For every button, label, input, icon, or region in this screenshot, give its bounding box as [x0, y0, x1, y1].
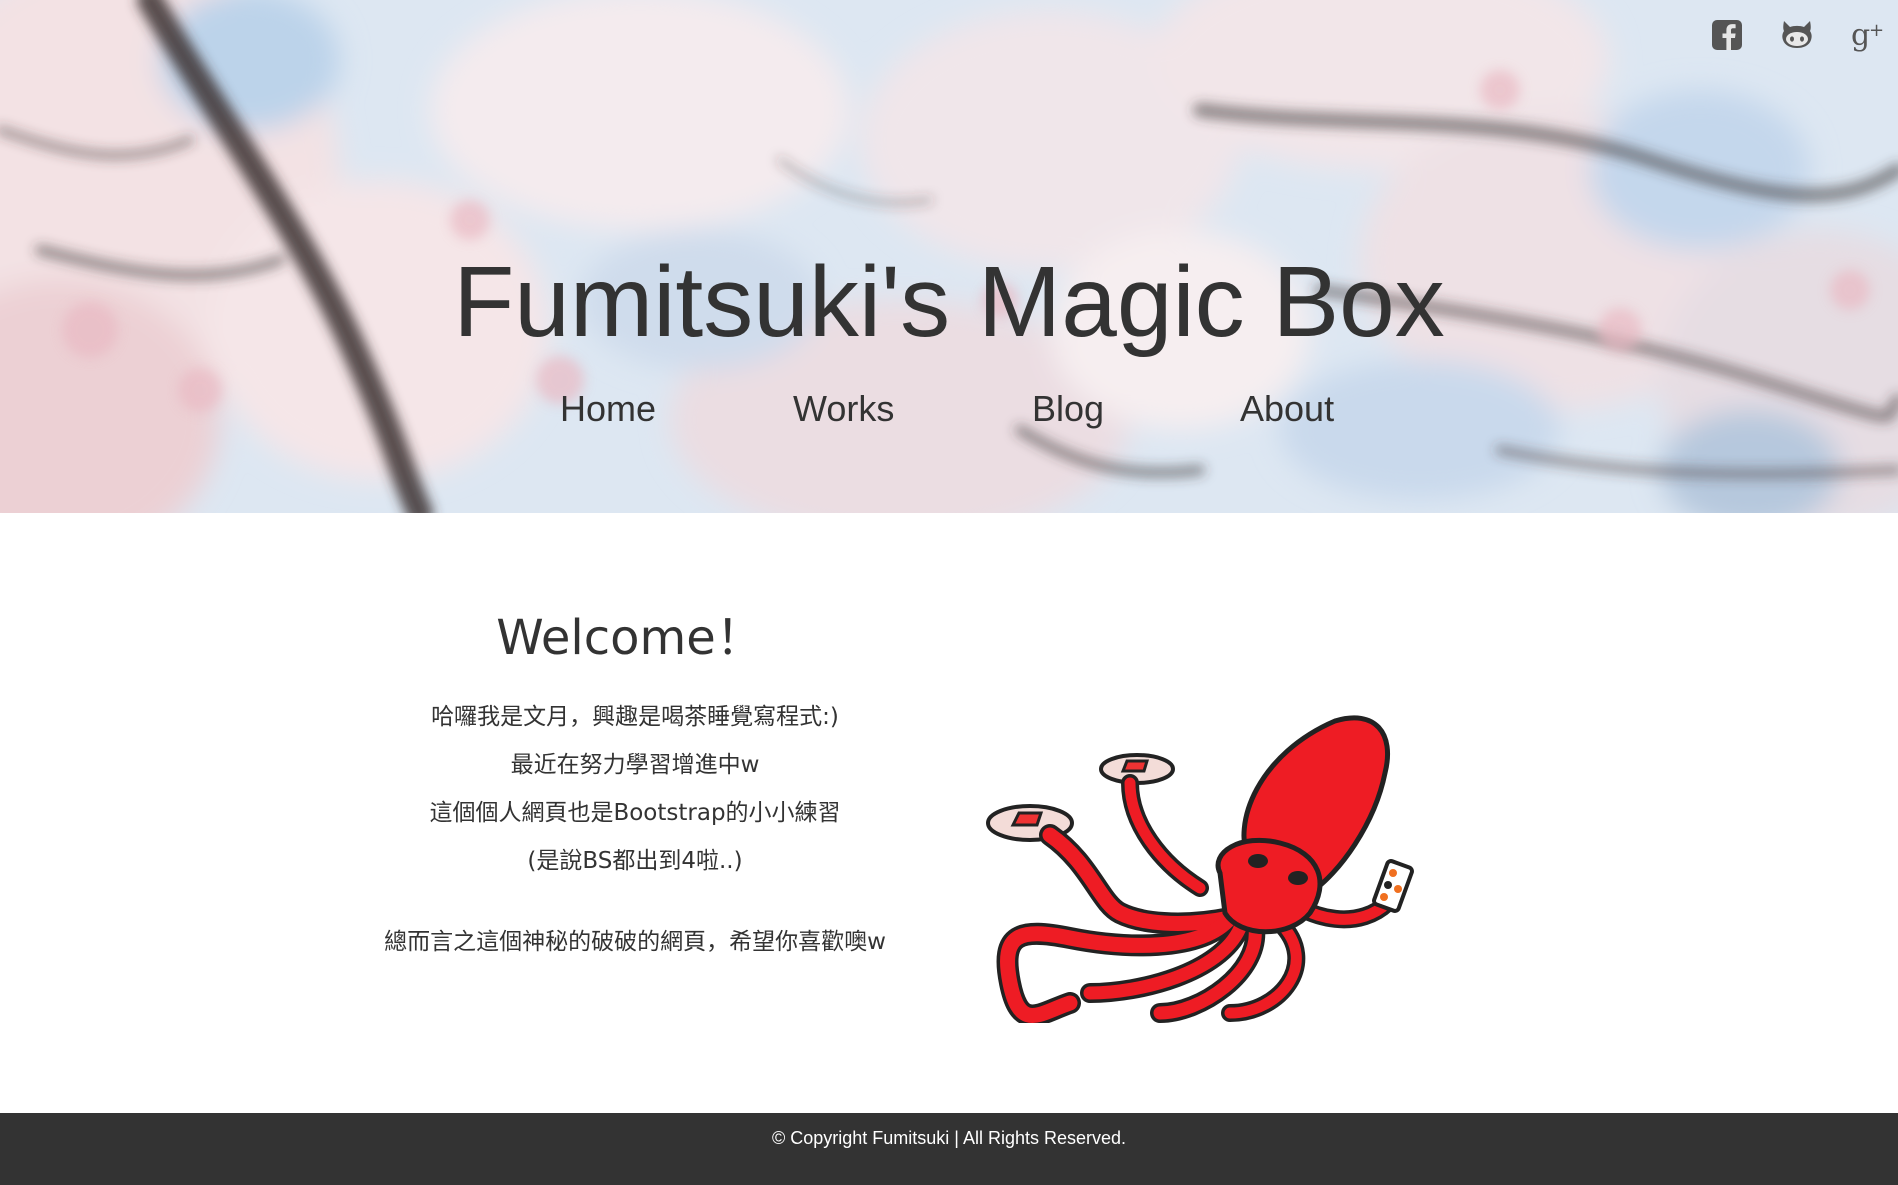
nav-blog[interactable]: Blog — [1032, 388, 1104, 430]
github-icon[interactable] — [1780, 18, 1814, 52]
main-nav: Home Works Blog About — [0, 388, 1898, 438]
site-title: Fumitsuki's Magic Box — [453, 246, 1445, 358]
svg-text:g: g — [1851, 18, 1870, 52]
intro-line: 哈囉我是文月，興趣是喝茶睡覺寫程式:) — [431, 704, 839, 730]
nav-home[interactable]: Home — [560, 388, 656, 430]
nav-about[interactable]: About — [1240, 388, 1334, 430]
nav-works[interactable]: Works — [793, 388, 894, 430]
social-links: g + — [1710, 18, 1884, 52]
intro-line: 最近在努力學習增進中w — [510, 752, 760, 778]
facebook-icon[interactable] — [1710, 18, 1744, 52]
closing-line: 總而言之這個神秘的破破的網頁，希望你喜歡噢w — [384, 929, 886, 955]
intro-text: 哈囉我是文月，興趣是喝茶睡覺寫程式:) 最近在努力學習增進中w 這個個人網頁也是… — [320, 693, 950, 966]
svg-text:+: + — [1869, 20, 1884, 41]
copyright-text: © Copyright Fumitsuki | All Rights Reser… — [771, 1128, 1127, 1148]
google-plus-icon[interactable]: g + — [1850, 18, 1884, 52]
footer: © Copyright Fumitsuki | All Rights Reser… — [0, 1113, 1898, 1185]
intro-line: 這個個人網頁也是Bootstrap的小小練習 — [429, 800, 841, 826]
intro-line: (是說BS都出到4啦..) — [527, 848, 743, 874]
squid-illustration — [986, 715, 1414, 1023]
hero-banner: g + Fumitsuki's Magic Box Home Works Blo… — [0, 0, 1898, 513]
main-content: Welcome！ 哈囉我是文月，興趣是喝茶睡覺寫程式:) 最近在努力學習增進中w… — [0, 513, 1898, 1113]
site-title-container: Fumitsuki's Magic Box — [452, 252, 1446, 352]
welcome-heading: Welcome！ — [496, 610, 764, 666]
sushi-menu-card — [1372, 859, 1414, 913]
